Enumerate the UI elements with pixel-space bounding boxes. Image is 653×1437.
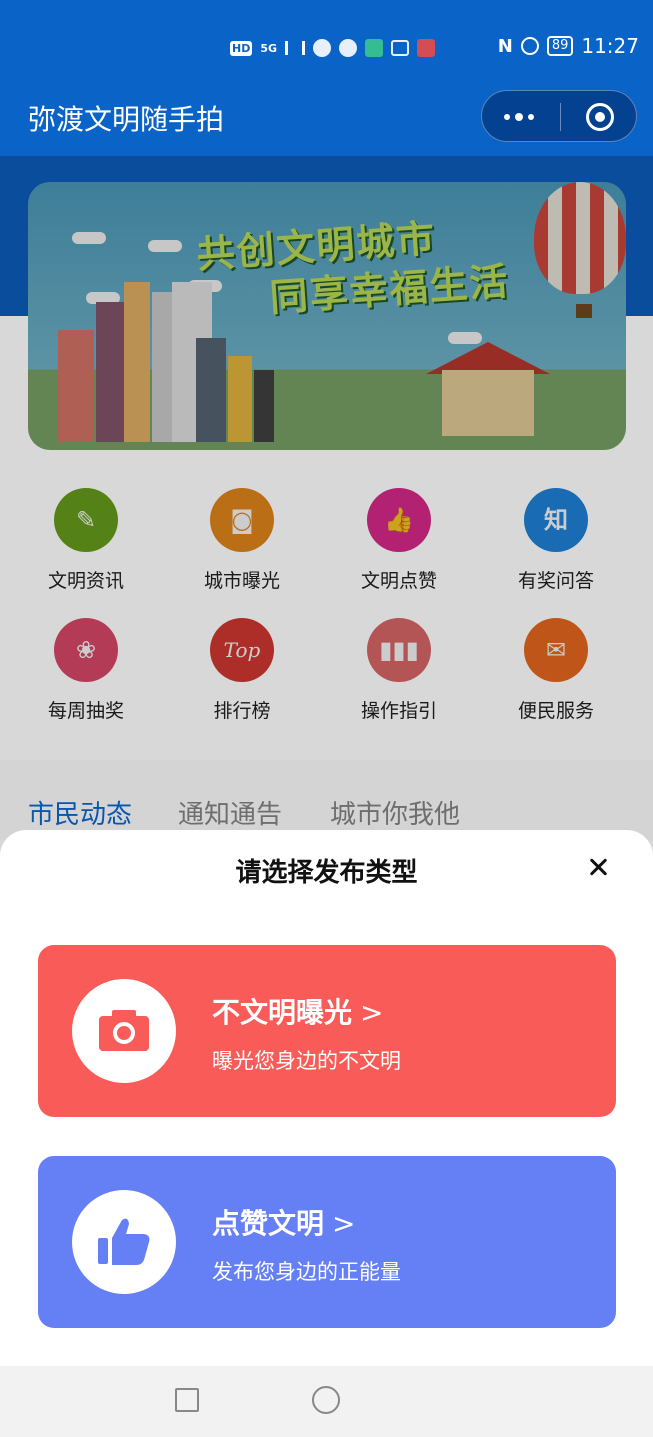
icon-circle [72, 1190, 176, 1294]
chevron-right-icon: > [360, 996, 384, 1029]
close-icon[interactable] [582, 852, 614, 884]
option-subtitle: 发布您身边的正能量 [212, 1260, 401, 1284]
sheet-title: 请选择发布类型 [235, 858, 418, 888]
camera-icon [99, 1010, 149, 1051]
option-title-text: 点赞文明 [212, 1207, 325, 1240]
expose-uncivil-button[interactable]: 不文明曝光 > 曝光您身边的不文明 [38, 945, 616, 1117]
chevron-right-icon: > [332, 1207, 356, 1240]
option-subtitle: 曝光您身边的不文明 [212, 1049, 401, 1073]
option-title-text: 不文明曝光 [212, 996, 353, 1029]
thumbs-up-icon [98, 1218, 150, 1265]
system-nav-bar [0, 1366, 653, 1437]
option-title: 不文明曝光 > [212, 991, 383, 1031]
option-title: 点赞文明 > [212, 1202, 355, 1242]
icon-circle [72, 979, 176, 1083]
recents-icon[interactable] [175, 1388, 199, 1412]
like-civility-button[interactable]: 点赞文明 > 发布您身边的正能量 [38, 1156, 616, 1328]
home-icon[interactable] [312, 1386, 340, 1414]
publish-type-sheet: 请选择发布类型 不文明曝光 > 曝光您身边的不文明 点赞文明 > 发布您身边的正能量 [0, 830, 653, 1366]
